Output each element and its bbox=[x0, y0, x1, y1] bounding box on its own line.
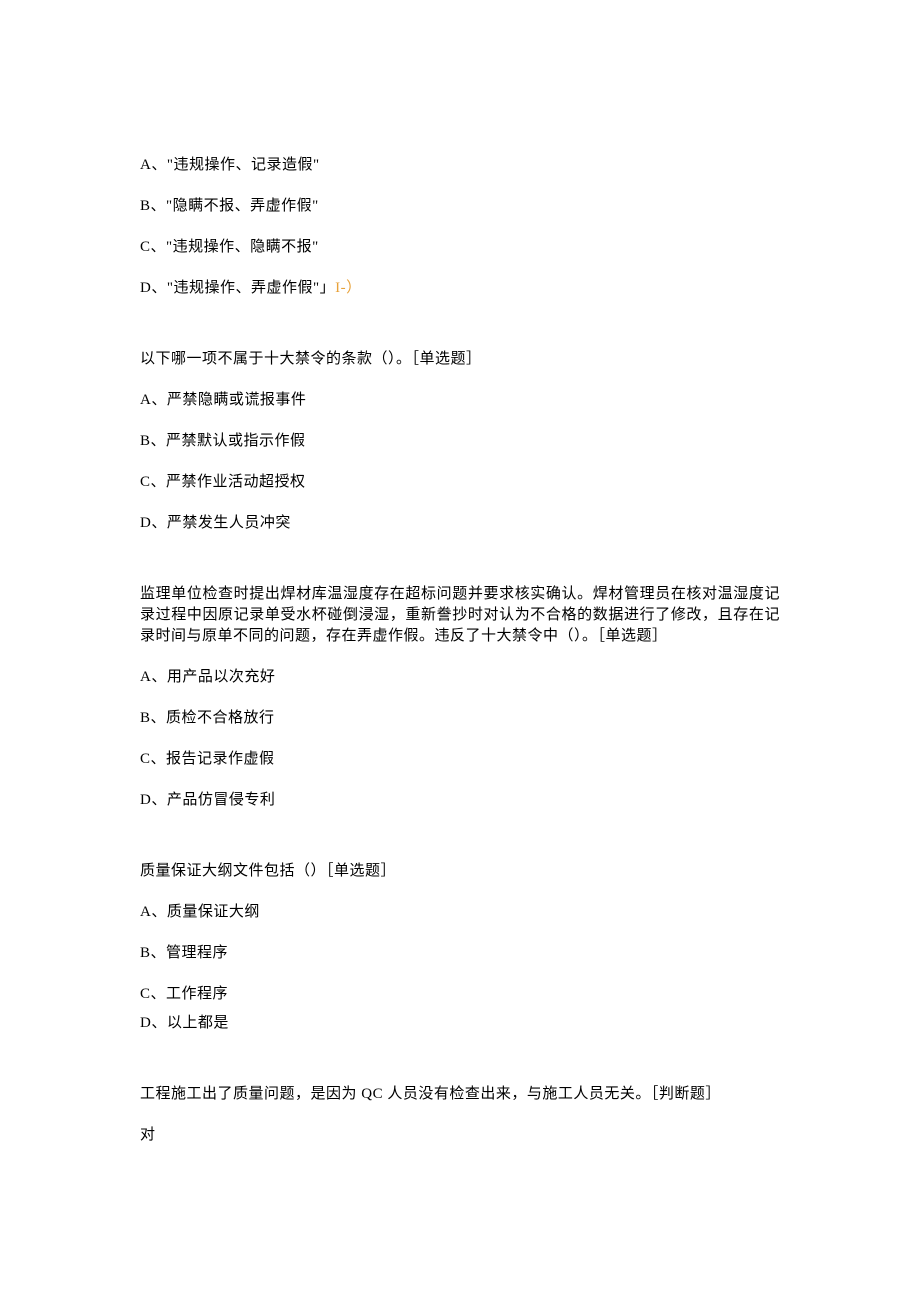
q3-stem: 监理单位检查时提出焊材库温湿度存在超标问题并要求核实确认。焊材管理员在核对温湿度… bbox=[140, 584, 780, 647]
q3-option-a: A、用产品以次充好 bbox=[140, 667, 780, 688]
question-5: 工程施工出了质量问题，是因为 QC 人员没有检查出来，与施工人员无关。［判断题］… bbox=[140, 1084, 780, 1146]
q1-option-d-mark: I-） bbox=[335, 280, 362, 296]
q2-option-a: A、严禁隐瞒或谎报事件 bbox=[140, 390, 780, 411]
q4-option-b: B、管理程序 bbox=[140, 943, 780, 964]
question-3: 监理单位检查时提出焊材库温湿度存在超标问题并要求核实确认。焊材管理员在核对温湿度… bbox=[140, 584, 780, 811]
q4-option-d: D、以上都是 bbox=[140, 1013, 780, 1034]
q2-stem: 以下哪一项不属于十大禁令的条款（）。［单选题］ bbox=[140, 349, 780, 370]
q1-option-a: A、"违规操作、记录造假" bbox=[140, 155, 780, 176]
q2-option-d: D、严禁发生人员冲突 bbox=[140, 513, 780, 534]
question-1-options: A、"违规操作、记录造假" B、"隐瞒不报、弄虚作假" C、"违规操作、隐瞒不报… bbox=[140, 155, 780, 299]
q2-option-c: C、严禁作业活动超授权 bbox=[140, 472, 780, 493]
q1-option-b: B、"隐瞒不报、弄虚作假" bbox=[140, 196, 780, 217]
q3-option-c: C、报告记录作虚假 bbox=[140, 749, 780, 770]
q4-option-c: C、工作程序 bbox=[140, 984, 780, 1005]
q2-option-b: B、严禁默认或指示作假 bbox=[140, 431, 780, 452]
q1-option-d: D、"违规操作、弄虚作假"」I-） bbox=[140, 278, 780, 299]
page: A、"违规操作、记录造假" B、"隐瞒不报、弄虚作假" C、"违规操作、隐瞒不报… bbox=[0, 0, 920, 1266]
question-2: 以下哪一项不属于十大禁令的条款（）。［单选题］ A、严禁隐瞒或谎报事件 B、严禁… bbox=[140, 349, 780, 534]
q5-answer: 对 bbox=[140, 1125, 780, 1146]
q3-option-b: B、质检不合格放行 bbox=[140, 708, 780, 729]
q1-option-d-text: D、"违规操作、弄虚作假"」 bbox=[140, 280, 335, 296]
q4-stem: 质量保证大纲文件包括（）［单选题］ bbox=[140, 861, 780, 882]
q3-option-d: D、产品仿冒侵专利 bbox=[140, 790, 780, 811]
q4-option-a: A、质量保证大纲 bbox=[140, 902, 780, 923]
q5-stem: 工程施工出了质量问题，是因为 QC 人员没有检查出来，与施工人员无关。［判断题］ bbox=[140, 1084, 780, 1105]
question-4: 质量保证大纲文件包括（）［单选题］ A、质量保证大纲 B、管理程序 C、工作程序… bbox=[140, 861, 780, 1034]
q1-option-c: C、"违规操作、隐瞒不报" bbox=[140, 237, 780, 258]
